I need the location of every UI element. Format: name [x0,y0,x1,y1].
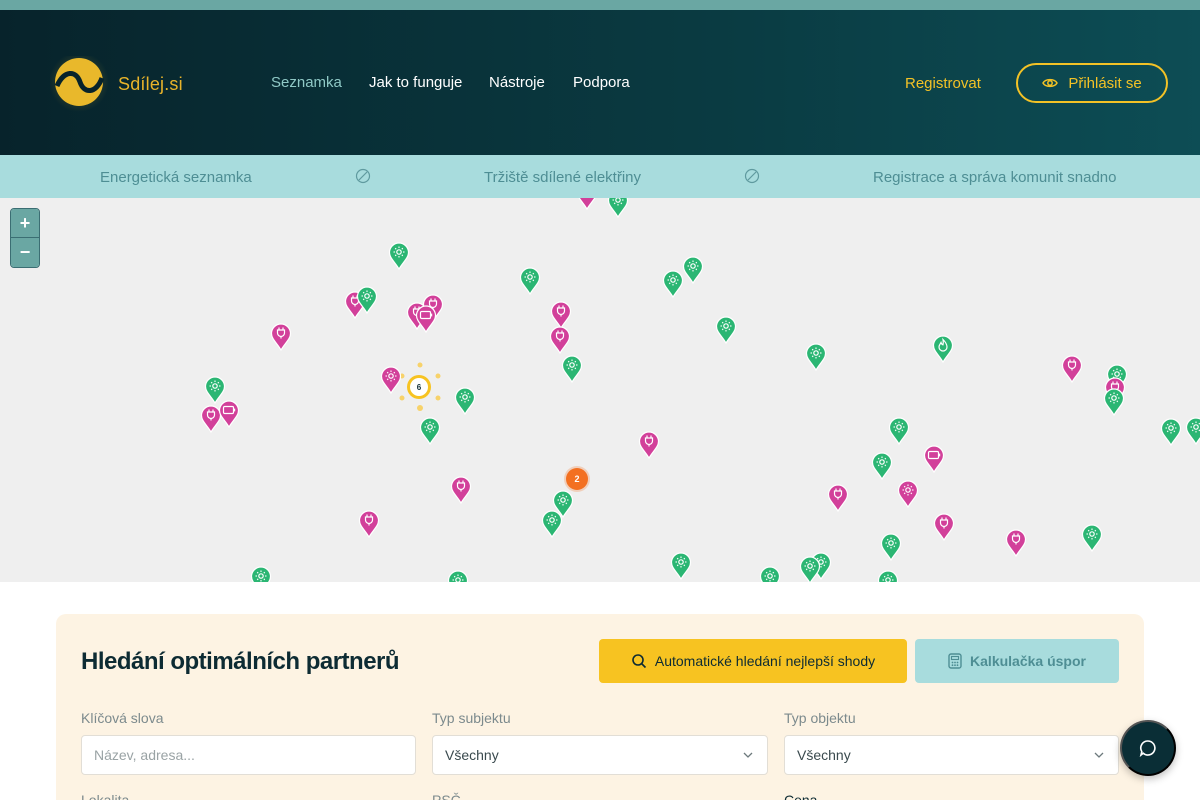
cluster-count: 2 [574,474,580,484]
zip-label: PSČ [432,792,461,800]
keywords-field[interactable] [81,735,416,775]
brand-name[interactable]: Sdílej.si [118,74,183,95]
map-marker[interactable] [518,267,542,297]
partner-map[interactable]: + − 6 2 [0,198,1200,582]
map-marker[interactable] [1004,529,1028,559]
map-marker[interactable] [249,566,273,582]
cluster-count: 6 [417,383,422,392]
map-marker[interactable] [355,286,379,316]
panel-title: Hledání optimálních partnerů [81,648,400,675]
map-marker[interactable] [932,513,956,543]
price-label: Cena [784,792,818,800]
map-marker[interactable] [896,480,920,510]
map-marker[interactable] [414,305,438,335]
keywords-input[interactable] [94,747,403,763]
chevron-down-icon [743,752,753,758]
feature-ticker: Energetická seznamka Tržiště sdílené ele… [0,155,1200,198]
map-marker[interactable] [826,484,850,514]
map-marker[interactable] [548,326,572,356]
map-marker[interactable] [379,366,403,396]
map-marker[interactable] [217,400,241,430]
map-marker[interactable] [758,566,782,582]
chevron-down-icon [1094,752,1104,758]
map-marker[interactable] [637,431,661,461]
ticker-item-trziste: Tržiště sdílené elektřiny [484,169,642,186]
nav-jak-to-funguje[interactable]: Jak to funguje [369,74,462,91]
map-marker[interactable] [1159,418,1183,448]
map-marker[interactable] [269,323,293,353]
map-marker[interactable] [870,452,894,482]
map-marker[interactable] [804,343,828,373]
map-marker[interactable] [418,417,442,447]
map-marker[interactable] [1184,417,1200,447]
login-label: Přihlásit se [1068,74,1142,92]
auto-match-button[interactable]: Automatické hledání nejlepší shody [599,639,907,683]
nav-nastroje[interactable]: Nástroje [489,74,545,91]
eye-icon [1042,78,1059,88]
map-marker[interactable] [931,335,955,365]
object-type-label: Typ objektu [784,710,856,726]
map-marker[interactable] [575,198,599,212]
map-marker[interactable] [879,533,903,563]
zoom-in-button[interactable]: + [11,209,39,238]
map-pin-shape [877,570,899,582]
map-marker[interactable] [606,198,630,220]
subject-type-select[interactable]: Všechny [432,735,768,775]
map-marker[interactable] [887,417,911,447]
ticker-separator-icon [744,168,760,184]
calculator-icon [948,653,962,669]
map-marker[interactable] [357,510,381,540]
map-marker[interactable] [922,445,946,475]
savings-calculator-label: Kalkulačka úspor [970,653,1086,669]
zoom-control: + − [10,208,40,268]
map-pin-shape [759,566,781,582]
map-marker[interactable] [540,510,564,540]
map-marker[interactable] [1060,355,1084,385]
subject-type-label: Typ subjektu [432,710,511,726]
chat-bubble-icon [1139,740,1156,758]
map-marker[interactable] [1102,388,1126,418]
map-marker[interactable] [449,476,473,506]
map-marker[interactable] [446,570,470,582]
login-button[interactable]: Přihlásit se [1016,63,1168,103]
savings-calculator-button[interactable]: Kalkulačka úspor [915,639,1119,683]
search-panel: Hledání optimálních partnerů Automatické… [56,614,1144,800]
map-marker[interactable] [798,556,822,582]
map-marker[interactable] [1080,524,1104,554]
zoom-out-button[interactable]: − [11,238,39,267]
location-label: Lokalita [81,792,130,800]
register-link[interactable]: Registrovat [905,75,981,92]
map-marker[interactable] [453,387,477,417]
nav-seznamka[interactable]: Seznamka [271,74,342,91]
keywords-label: Klíčová slova [81,710,164,726]
ticker-item-seznamka: Energetická seznamka [100,169,252,186]
object-type-value: Všechny [797,747,851,763]
ticker-separator-icon [355,168,371,184]
search-icon [632,654,646,669]
map-marker[interactable] [661,270,685,300]
ticker-item-registrace: Registrace a správa komunit snadno [873,169,1117,186]
map-cluster-orange[interactable]: 2 [566,468,588,490]
map-marker[interactable] [387,242,411,272]
map-pin-shape [447,570,469,582]
chat-button[interactable] [1120,720,1176,776]
map-pin-shape [1185,417,1200,446]
nav-podpora[interactable]: Podpora [573,74,630,91]
object-type-select[interactable]: Všechny [784,735,1119,775]
map-marker[interactable] [669,552,693,582]
map-pin-shape [250,566,272,582]
subject-type-value: Všechny [445,747,499,763]
map-pin-shape [578,198,596,211]
auto-match-label: Automatické hledání nejlepší shody [654,653,876,669]
map-marker[interactable] [560,355,584,385]
map-pin-shape [607,198,629,219]
map-marker[interactable] [876,570,900,582]
map-marker[interactable] [714,316,738,346]
top-strip [0,0,1200,10]
site-header: Sdílej.si Seznamka Jak to funguje Nástro… [0,10,1200,155]
